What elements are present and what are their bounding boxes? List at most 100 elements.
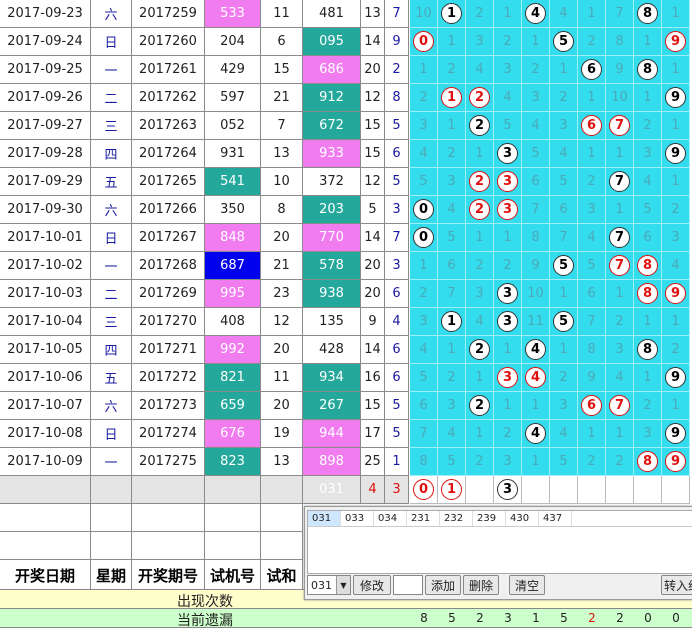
digit-cell: 2 — [634, 392, 662, 420]
digit-cell: 1 — [494, 392, 522, 420]
summary-blank — [261, 476, 303, 504]
trial-sum: 15 — [261, 56, 303, 84]
digit-cell: 2 — [410, 84, 438, 112]
digit-cell: 1 — [550, 336, 578, 364]
digit-ball: 6 — [581, 395, 602, 416]
digit-cell: 1 — [606, 420, 634, 448]
digit-cell: 6 — [578, 112, 606, 140]
trial-sum: 21 — [261, 252, 303, 280]
digit-cell: 2 — [662, 336, 690, 364]
weekday: 一 — [91, 448, 132, 476]
open-number: 944 — [303, 420, 361, 448]
blank-cell — [205, 532, 261, 560]
stat-col-2: 6 — [385, 140, 409, 168]
digit-cell: 4 — [662, 252, 690, 280]
draw-date: 2017-09-30 — [0, 196, 91, 224]
trial-sum: 20 — [261, 392, 303, 420]
digit-ball: 6 — [581, 59, 602, 80]
number-tab[interactable]: 437 — [539, 511, 572, 526]
weekday: 一 — [91, 56, 132, 84]
digit-cell: 3 — [494, 140, 522, 168]
add-button[interactable]: 添加 — [425, 575, 461, 595]
stat-col-2: 2 — [385, 56, 409, 84]
number-list[interactable]: 031 033 034 231 232 239 430 437 — [307, 510, 692, 574]
digit-cell: 5 — [438, 448, 466, 476]
import-group-button[interactable]: 转入组 — [661, 575, 692, 595]
digit-ball: 4 — [525, 3, 546, 24]
stat-col-2: 3 — [385, 252, 409, 280]
digit-cell: 1 — [662, 308, 690, 336]
digit-ball: 1 — [441, 311, 462, 332]
number-tab[interactable]: 034 — [374, 511, 407, 526]
clear-button[interactable]: 清空 — [509, 575, 545, 595]
number-tab[interactable]: 430 — [506, 511, 539, 526]
stat-col-1: 25 — [361, 448, 385, 476]
omission-value: 2 — [476, 611, 484, 625]
digit-cell: 1 — [494, 224, 522, 252]
omission-value: 0 — [672, 611, 680, 625]
digit-ball: 3 — [497, 143, 518, 164]
chevron-down-icon[interactable]: ▼ — [336, 576, 350, 594]
trial-number: 821 — [205, 364, 261, 392]
digit-cell: 2 — [466, 252, 494, 280]
digit-cell: 2 — [494, 252, 522, 280]
trial-number: 659 — [205, 392, 261, 420]
digit-cell: 1 — [522, 448, 550, 476]
blank-cell — [261, 504, 303, 532]
digit-cell: 1 — [466, 140, 494, 168]
number-tab[interactable]: 232 — [440, 511, 473, 526]
trial-number: 429 — [205, 56, 261, 84]
open-number: 770 — [303, 224, 361, 252]
draw-date: 2017-10-08 — [0, 420, 91, 448]
digit-cell: 1 — [466, 420, 494, 448]
weekday: 四 — [91, 140, 132, 168]
digit-cell: 0 — [410, 196, 438, 224]
digit-cell: 2 — [466, 0, 494, 28]
digit-cell: 9 — [522, 252, 550, 280]
digit-cell: 7 — [578, 308, 606, 336]
digit-cell: 1 — [662, 392, 690, 420]
digit-cell: 2 — [606, 448, 634, 476]
trial-number: 350 — [205, 196, 261, 224]
number-select[interactable]: 031 ▼ — [307, 575, 351, 595]
digit-cell: 4 — [550, 420, 578, 448]
digit-ball: 8 — [637, 283, 658, 304]
digit-cell: 6 — [578, 392, 606, 420]
header-trial: 试机号 — [205, 560, 261, 591]
digit-cell: 2 — [438, 56, 466, 84]
digit-cell: 1 — [578, 420, 606, 448]
number-input[interactable] — [393, 575, 423, 595]
digit-ball: 8 — [637, 3, 658, 24]
weekday: 二 — [91, 84, 132, 112]
digit-cell: 6 — [522, 168, 550, 196]
digit-ball: 8 — [637, 59, 658, 80]
edit-button[interactable]: 修改 — [353, 575, 391, 595]
blank-cell — [0, 532, 91, 560]
digit-cell: 2 — [410, 280, 438, 308]
digit-cell: 7 — [606, 392, 634, 420]
delete-button[interactable]: 删除 — [463, 575, 499, 595]
stat-col-2: 8 — [385, 84, 409, 112]
digit-cell: 4 — [522, 0, 550, 28]
open-number: 481 — [303, 0, 361, 28]
digit-cell: 2 — [578, 168, 606, 196]
issue-number: 2017269 — [132, 280, 205, 308]
trial-number: 204 — [205, 28, 261, 56]
number-tab[interactable]: 231 — [407, 511, 440, 526]
digit-ball: 3 — [497, 171, 518, 192]
stat-col-2: 6 — [385, 336, 409, 364]
digit-cell: 2 — [466, 448, 494, 476]
draw-date: 2017-10-02 — [0, 252, 91, 280]
issue-number: 2017261 — [132, 56, 205, 84]
number-tab[interactable]: 033 — [341, 511, 374, 526]
digit-ball: 3 — [497, 199, 518, 220]
digit-cell: 1 — [410, 252, 438, 280]
open-number: 135 — [303, 308, 361, 336]
number-tab[interactable]: 239 — [473, 511, 506, 526]
summary-digit-cell: 0 — [410, 476, 438, 504]
trial-number: 992 — [205, 336, 261, 364]
number-tab[interactable]: 031 — [308, 511, 341, 526]
digit-cell: 4 — [438, 420, 466, 448]
digit-ball: 6 — [581, 115, 602, 136]
trial-sum: 20 — [261, 336, 303, 364]
